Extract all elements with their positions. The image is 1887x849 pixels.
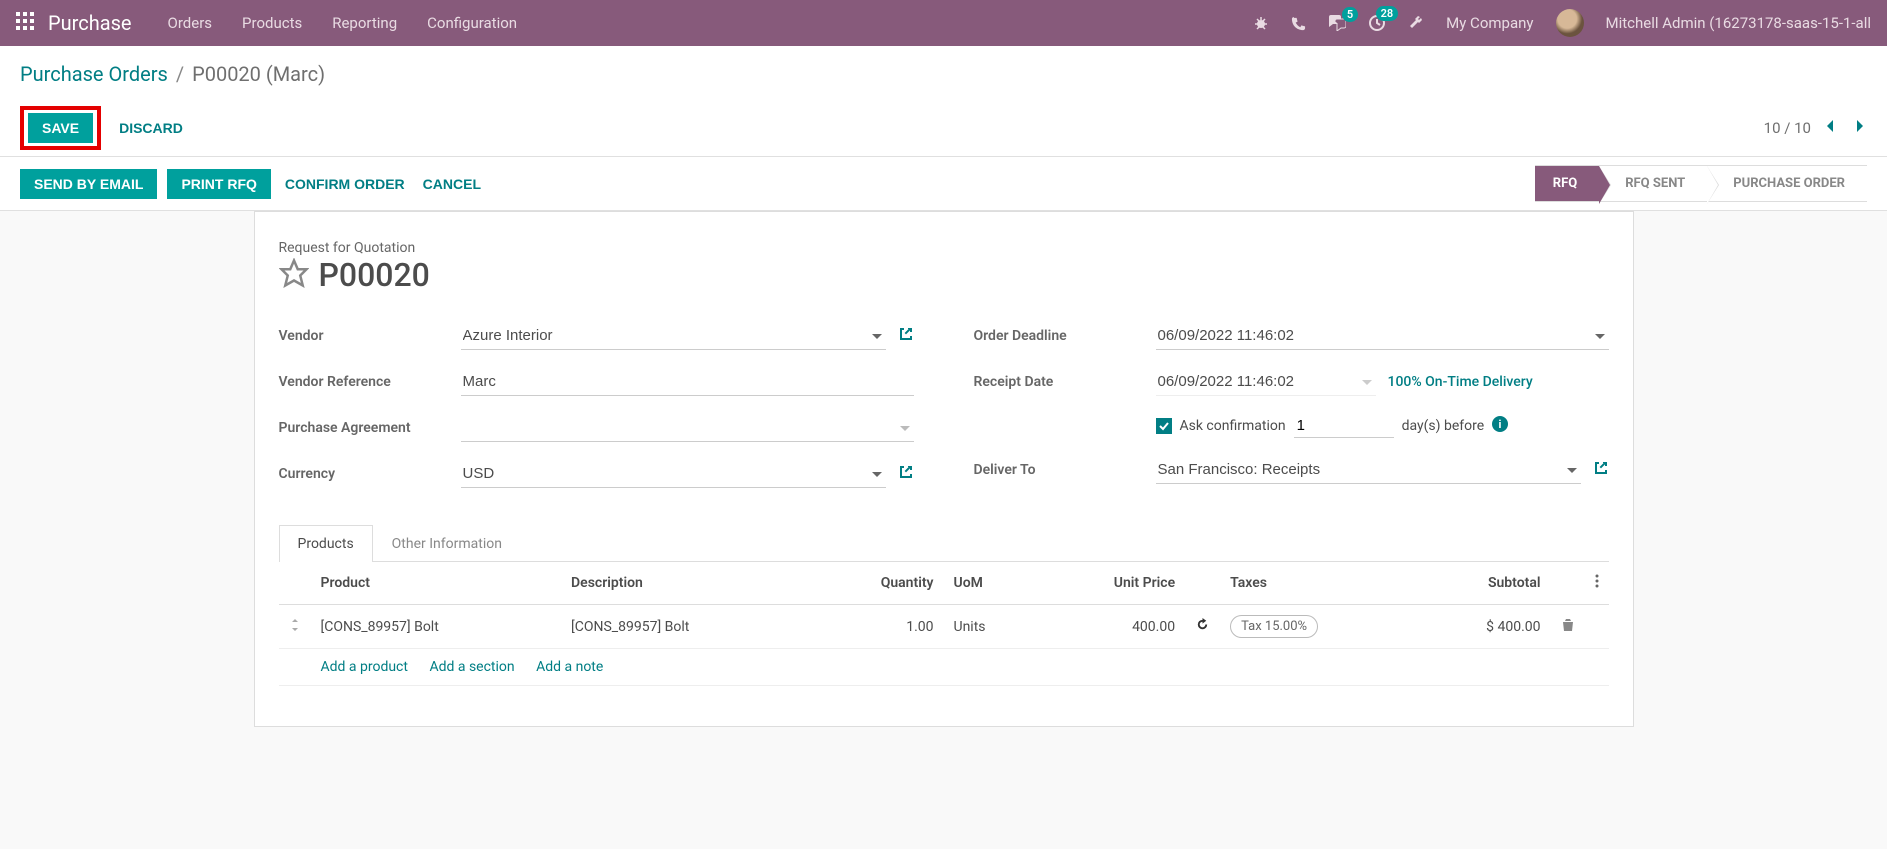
breadcrumb-root[interactable]: Purchase Orders bbox=[20, 62, 168, 86]
avatar[interactable] bbox=[1556, 9, 1584, 37]
currency-input[interactable] bbox=[461, 460, 886, 488]
table-row[interactable]: [CONS_89957] Bolt [CONS_89957] Bolt 1.00… bbox=[279, 605, 1609, 649]
on-time-delivery-text: 100% On-Time Delivery bbox=[1388, 374, 1533, 390]
deliver-to-input[interactable] bbox=[1156, 456, 1581, 484]
nav-links: Orders Products Reporting Configuration bbox=[168, 14, 1254, 32]
ask-confirmation-label: Ask confirmation bbox=[1180, 418, 1286, 434]
deadline-label: Order Deadline bbox=[974, 328, 1144, 344]
phone-icon[interactable] bbox=[1291, 16, 1306, 31]
breadcrumb: Purchase Orders / P00020 (Marc) bbox=[20, 62, 1867, 86]
star-icon[interactable] bbox=[279, 258, 309, 292]
delete-row-icon[interactable] bbox=[1561, 620, 1575, 636]
nav-orders[interactable]: Orders bbox=[168, 14, 213, 32]
cell-unit-price[interactable]: 400.00 bbox=[1038, 605, 1185, 649]
purchase-agreement-label: Purchase Agreement bbox=[279, 420, 449, 436]
tab-other-information[interactable]: Other Information bbox=[373, 525, 521, 562]
company-selector[interactable]: My Company bbox=[1446, 14, 1533, 32]
vendor-ref-input[interactable] bbox=[461, 368, 914, 396]
stage-rfq[interactable]: RFQ bbox=[1535, 165, 1599, 202]
vendor-input[interactable] bbox=[461, 322, 886, 350]
tax-chip[interactable]: Tax 15.00% bbox=[1230, 615, 1318, 638]
ask-confirmation-checkbox[interactable] bbox=[1156, 418, 1172, 434]
save-highlight-box: SAVE bbox=[20, 106, 101, 150]
vendor-external-link-icon[interactable] bbox=[898, 326, 914, 346]
drag-handle-icon[interactable] bbox=[289, 619, 301, 635]
receipt-date-input[interactable] bbox=[1156, 368, 1376, 396]
print-rfq-button[interactable]: PRINT RFQ bbox=[167, 169, 270, 199]
top-nav: Purchase Orders Products Reporting Confi… bbox=[0, 0, 1887, 46]
days-before-input[interactable] bbox=[1294, 414, 1394, 438]
nav-reporting[interactable]: Reporting bbox=[332, 14, 397, 32]
discard-button[interactable]: DISCARD bbox=[115, 113, 187, 143]
pager-text: 10 / 10 bbox=[1764, 119, 1811, 137]
activity-badge: 28 bbox=[1376, 6, 1399, 21]
col-product: Product bbox=[311, 562, 562, 605]
form-tabs: Products Other Information bbox=[279, 524, 1609, 562]
save-button[interactable]: SAVE bbox=[28, 113, 93, 143]
stage-rfq-sent[interactable]: RFQ SENT bbox=[1599, 165, 1707, 202]
form-sheet: Request for Quotation P00020 Vendor Vend… bbox=[254, 211, 1634, 727]
topnav-right: 5 28 My Company Mitchell Admin (16273178… bbox=[1253, 9, 1871, 37]
send-email-button[interactable]: SEND BY EMAIL bbox=[20, 169, 157, 199]
reset-price-icon[interactable] bbox=[1195, 620, 1210, 636]
activity-icon[interactable]: 28 bbox=[1368, 14, 1386, 32]
pager-prev-icon[interactable] bbox=[1823, 118, 1839, 138]
col-description: Description bbox=[561, 562, 812, 605]
nav-products[interactable]: Products bbox=[242, 14, 302, 32]
bug-icon[interactable] bbox=[1253, 15, 1269, 31]
pager-next-icon[interactable] bbox=[1851, 118, 1867, 138]
col-taxes: Taxes bbox=[1220, 562, 1416, 605]
status-bar: SEND BY EMAIL PRINT RFQ CONFIRM ORDER CA… bbox=[0, 156, 1887, 211]
confirm-order-button[interactable]: CONFIRM ORDER bbox=[281, 169, 409, 199]
add-note-link[interactable]: Add a note bbox=[536, 659, 603, 675]
deliver-to-label: Deliver To bbox=[974, 462, 1144, 478]
purchase-agreement-input[interactable] bbox=[461, 414, 914, 442]
cell-product[interactable]: [CONS_89957] Bolt bbox=[311, 605, 562, 649]
stage-purchase-order[interactable]: PURCHASE ORDER bbox=[1707, 165, 1867, 202]
app-brand[interactable]: Purchase bbox=[48, 11, 132, 35]
cell-subtotal: $ 400.00 bbox=[1416, 605, 1551, 649]
days-before-label: day(s) before bbox=[1402, 418, 1485, 434]
deliver-to-external-link-icon[interactable] bbox=[1593, 460, 1609, 480]
tab-products[interactable]: Products bbox=[279, 525, 373, 562]
user-menu[interactable]: Mitchell Admin (16273178-saas-15-1-all bbox=[1606, 14, 1872, 32]
kebab-icon[interactable] bbox=[1595, 576, 1599, 592]
record-title: P00020 bbox=[319, 256, 430, 294]
col-uom: UoM bbox=[944, 562, 1038, 605]
order-lines-table: Product Description Quantity UoM Unit Pr… bbox=[279, 562, 1609, 686]
chat-badge: 5 bbox=[1342, 7, 1358, 22]
apps-icon[interactable] bbox=[16, 12, 34, 34]
vendor-ref-label: Vendor Reference bbox=[279, 374, 449, 390]
add-product-link[interactable]: Add a product bbox=[321, 659, 408, 675]
cell-uom[interactable]: Units bbox=[944, 605, 1038, 649]
breadcrumb-current: P00020 (Marc) bbox=[192, 62, 325, 86]
control-panel: Purchase Orders / P00020 (Marc) SAVE DIS… bbox=[0, 46, 1887, 156]
nav-configuration[interactable]: Configuration bbox=[427, 14, 517, 32]
form-subtitle: Request for Quotation bbox=[279, 240, 1609, 256]
cell-description[interactable]: [CONS_89957] Bolt bbox=[561, 605, 812, 649]
info-icon[interactable]: i bbox=[1492, 416, 1508, 436]
svg-text:i: i bbox=[1499, 418, 1502, 431]
vendor-label: Vendor bbox=[279, 328, 449, 344]
form-left-column: Vendor Vendor Reference Purchase Agreeme… bbox=[279, 322, 914, 488]
col-subtotal: Subtotal bbox=[1416, 562, 1551, 605]
currency-label: Currency bbox=[279, 466, 449, 482]
chat-icon[interactable]: 5 bbox=[1328, 15, 1346, 31]
status-stages: RFQ RFQ SENT PURCHASE ORDER bbox=[1535, 165, 1867, 202]
currency-external-link-icon[interactable] bbox=[898, 464, 914, 484]
pager: 10 / 10 bbox=[1764, 118, 1867, 138]
col-unit-price: Unit Price bbox=[1038, 562, 1185, 605]
cancel-button[interactable]: CANCEL bbox=[419, 169, 485, 199]
add-section-link[interactable]: Add a section bbox=[429, 659, 514, 675]
breadcrumb-separator: / bbox=[176, 62, 184, 86]
tools-icon[interactable] bbox=[1408, 15, 1424, 31]
receipt-date-label: Receipt Date bbox=[974, 374, 1144, 390]
deadline-input[interactable] bbox=[1156, 322, 1609, 350]
col-quantity: Quantity bbox=[812, 562, 944, 605]
cell-quantity[interactable]: 1.00 bbox=[812, 605, 944, 649]
form-right-column: Order Deadline Receipt Date 100% On-Time… bbox=[974, 322, 1609, 488]
